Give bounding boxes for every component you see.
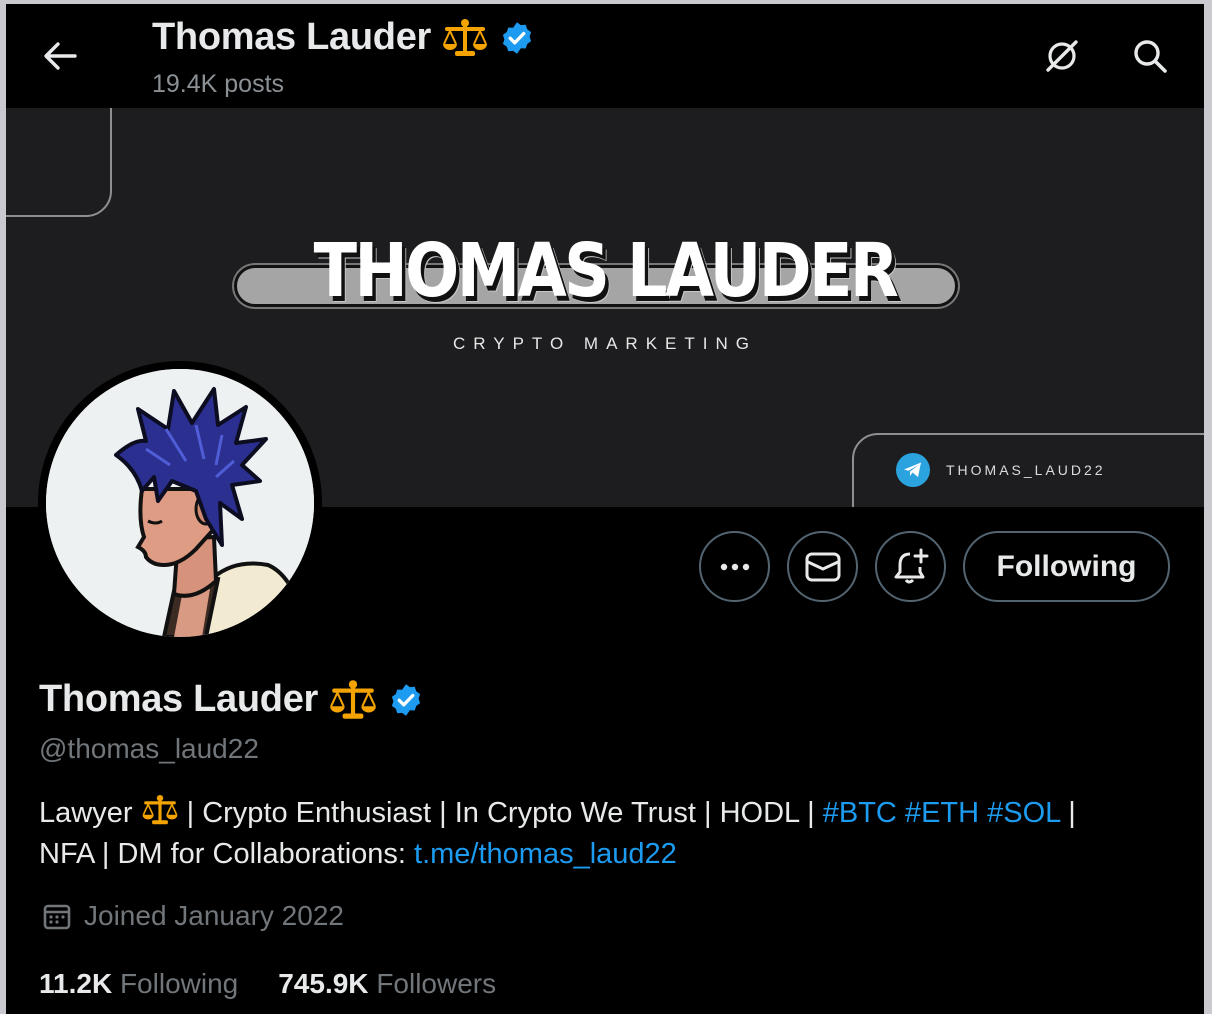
banner-title: THOMAS LAUDER (313, 228, 899, 314)
profile-actions: Following (699, 531, 1170, 602)
back-button[interactable] (36, 34, 84, 78)
verified-badge-icon (502, 21, 532, 54)
more-horizontal-icon (720, 563, 749, 570)
bio-text: | (1060, 797, 1076, 829)
arrow-left-icon (44, 42, 77, 70)
following-count: 11.2K (39, 968, 113, 999)
telegram-handle: THOMAS_LAUD22 (946, 462, 1106, 478)
header-name: Thomas Lauder (152, 16, 432, 58)
bio-hashtags[interactable]: #BTC #ETH #SOL (823, 797, 1060, 829)
profile-bio: Lawyer | Crypto Enthusiast | In Crypto W… (39, 793, 1169, 875)
message-button[interactable] (787, 531, 858, 602)
more-options-button[interactable] (699, 531, 770, 602)
calendar-icon (43, 904, 71, 930)
followers-label: Followers (376, 968, 497, 999)
profile-page: Thomas Lauder 19.4K posts THOMAS LAUDER … (6, 4, 1204, 1014)
verified-badge-icon[interactable] (388, 682, 424, 718)
banner-frame-decoration (6, 108, 112, 217)
following-stat[interactable]: 11.2K Following (39, 968, 238, 1000)
avatar-image (46, 369, 314, 637)
balance-scale-icon (330, 679, 376, 719)
top-header: Thomas Lauder 19.4K posts (6, 4, 1204, 108)
following-label: Following (119, 968, 239, 999)
bio-text: NFA | DM for Collaborations: (39, 838, 415, 870)
grok-button[interactable] (1038, 32, 1086, 80)
following-button[interactable]: Following (963, 531, 1170, 602)
bell-plus-icon (894, 548, 928, 583)
balance-scale-icon (142, 794, 177, 825)
display-name: Thomas Lauder (39, 678, 319, 720)
banner-telegram: THOMAS_LAUD22 (896, 453, 1106, 487)
notifications-button[interactable] (875, 531, 946, 602)
joined-date: Joined January 2022 (42, 900, 344, 932)
profile-handle: @thomas_laud22 (39, 733, 259, 764)
bio-link[interactable]: t.me/thomas_laud22 (414, 838, 677, 870)
followers-stat[interactable]: 745.9K Followers (278, 968, 496, 1000)
followers-count: 745.9K (278, 968, 369, 999)
banner-subtitle: CRYPTO MARKETING (452, 334, 757, 353)
joined-text: Joined January 2022 (84, 900, 344, 931)
follow-stats: 11.2K Following 745.9K Followers (39, 968, 496, 1000)
balance-scale-icon (443, 18, 488, 56)
bio-text: Lawyer (39, 797, 133, 829)
header-post-count: 19.4K posts (152, 70, 285, 98)
profile-name: Thomas Lauder (39, 678, 424, 721)
search-button[interactable] (1126, 32, 1174, 80)
avatar[interactable] (38, 361, 322, 645)
search-icon (1134, 40, 1167, 73)
envelope-icon (805, 552, 840, 581)
telegram-icon (896, 453, 930, 487)
slashed-circle-icon (1046, 40, 1078, 72)
header-title: Thomas Lauder (152, 16, 535, 59)
bio-text: | Crypto Enthusiast | In Crypto We Trust… (178, 797, 823, 829)
header-actions (1038, 32, 1174, 80)
